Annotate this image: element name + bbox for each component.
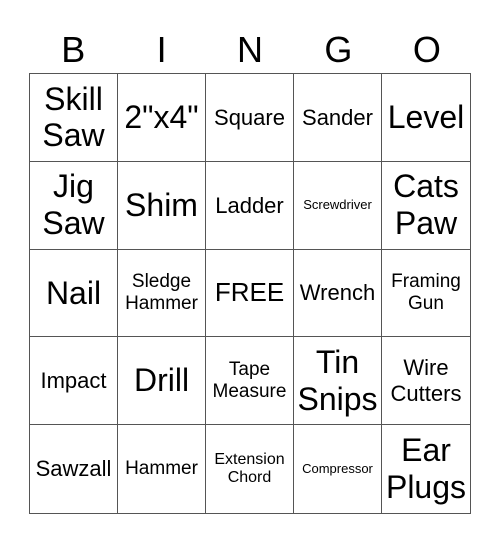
bingo-cell[interactable]: Sawzall	[30, 425, 118, 513]
bingo-cell[interactable]: FREE	[206, 249, 294, 338]
bingo-cell[interactable]: Cats Paw	[382, 162, 470, 250]
bingo-cell[interactable]: Shim	[118, 161, 206, 250]
bingo-cell[interactable]: Level	[382, 74, 470, 162]
bingo-cell[interactable]: Screwdriver	[294, 161, 382, 250]
bingo-cell[interactable]: Square	[206, 74, 294, 162]
bingo-cell[interactable]: Tape Measure	[206, 337, 294, 426]
bingo-cell[interactable]: Sledge Hammer	[118, 249, 206, 338]
bingo-cell[interactable]: Sander	[294, 74, 382, 162]
header-letter-o: O	[412, 29, 441, 70]
bingo-cell[interactable]: Ladder	[206, 161, 294, 250]
header-letter-g: G	[324, 29, 353, 70]
bingo-cell[interactable]: Drill	[118, 337, 206, 426]
bingo-cell[interactable]: Tin Snips	[294, 337, 382, 426]
bingo-cell[interactable]: Hammer	[118, 425, 206, 513]
bingo-header: B I N G O	[29, 28, 471, 72]
bingo-cell[interactable]: Impact	[30, 337, 118, 426]
bingo-cell[interactable]: Framing Gun	[382, 250, 470, 338]
bingo-grid: Skill Saw 2"x4" Square Sander Level Jig Saw Sh…	[29, 73, 471, 514]
header-letter-i: I	[156, 29, 167, 70]
header-letter-b: B	[61, 29, 86, 70]
bingo-cell[interactable]: Skill Saw	[30, 74, 118, 162]
bingo-cell[interactable]: Jig Saw	[30, 161, 118, 250]
bingo-cell[interactable]: Nail	[30, 249, 118, 338]
bingo-cell[interactable]: Compressor	[294, 425, 382, 513]
bingo-cell[interactable]: 2"x4"	[118, 74, 206, 162]
header-letter-n: N	[237, 29, 264, 70]
bingo-cell[interactable]: Wire Cutters	[382, 337, 470, 426]
bingo-cell[interactable]: Extension Chord	[206, 425, 294, 513]
bingo-cell[interactable]: Wrench	[294, 249, 382, 338]
bingo-cell[interactable]: Ear Plugs	[382, 425, 470, 513]
